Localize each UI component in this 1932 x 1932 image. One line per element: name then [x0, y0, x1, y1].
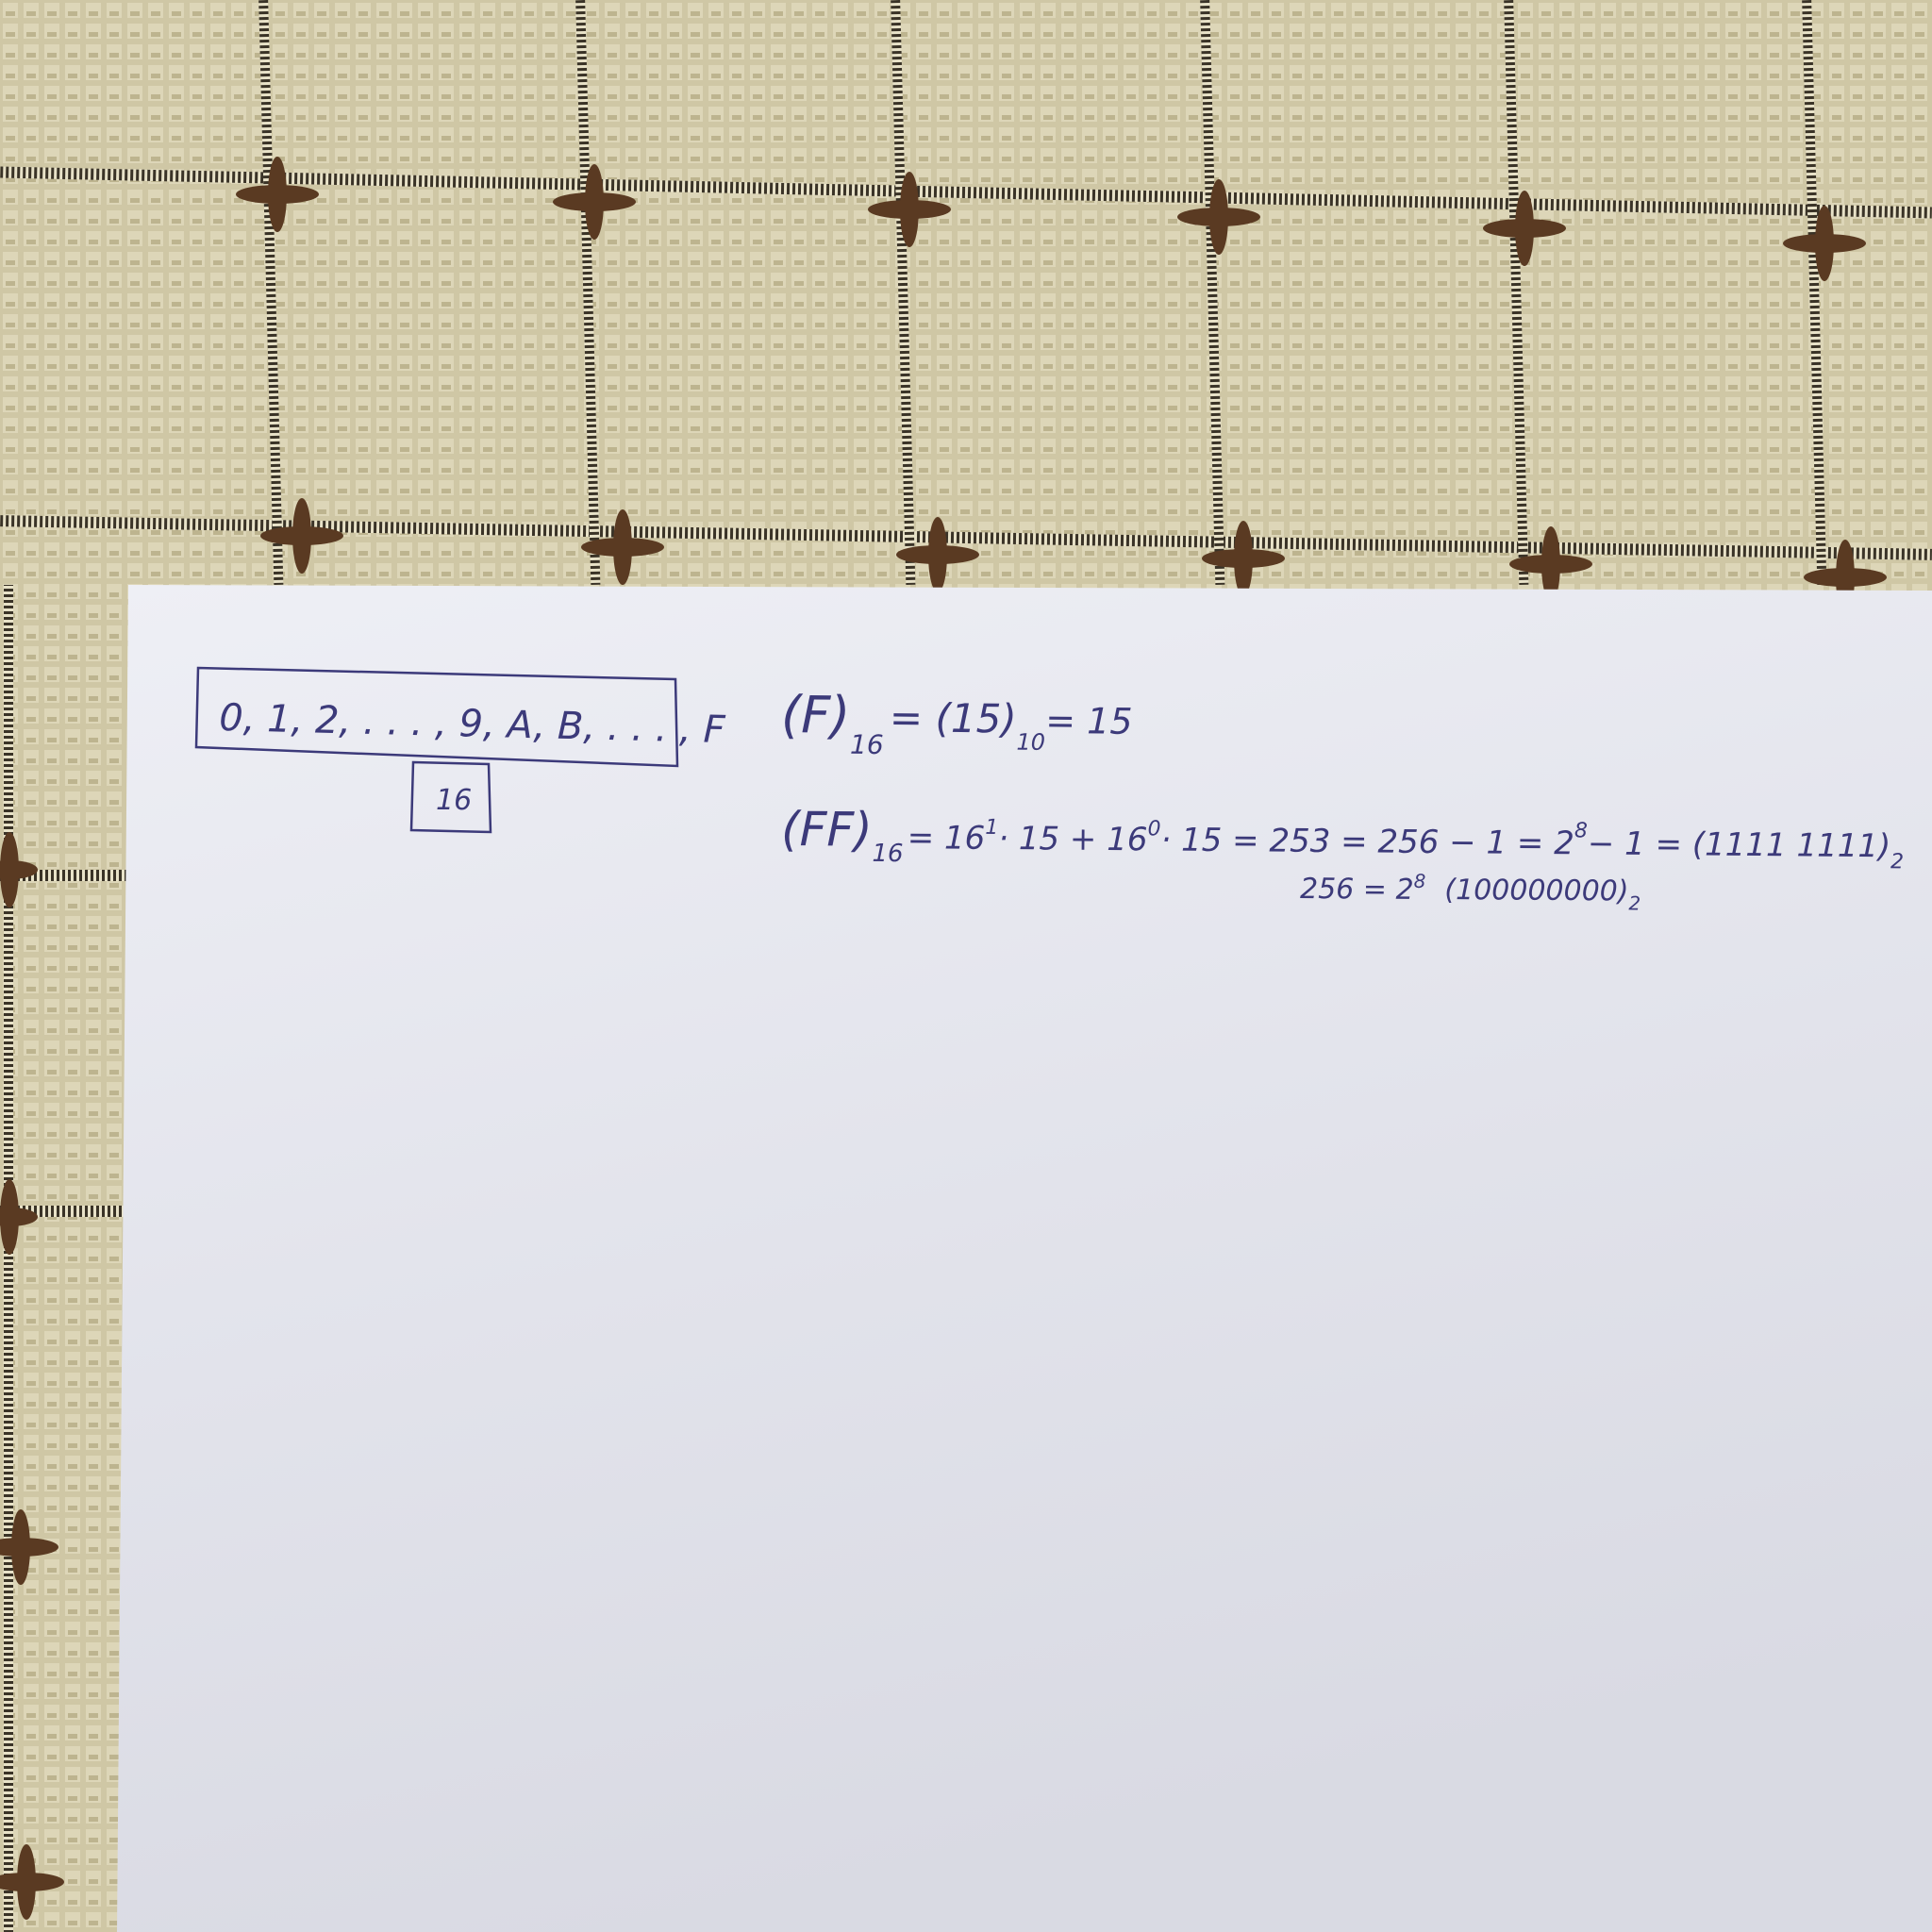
paper-sheet: 0, 1, 2, . . . , 9, A, B, . . . , F 16 (…: [117, 585, 1932, 1932]
line2-expr-d-sub: 2: [1890, 850, 1904, 874]
line3-text-b: (100000000): [1444, 874, 1628, 908]
line3-text-b-sub: 2: [1628, 891, 1641, 914]
line2-expr-d: − 1 = (1111 1111): [1588, 824, 1891, 865]
line1-lhs-sub: 16: [850, 729, 884, 760]
line2-expr-b: · 15 + 16: [998, 820, 1148, 858]
line3-text-a: 256 = 2: [1300, 873, 1414, 907]
line1-eq1-sub: 10: [1016, 729, 1045, 756]
line2-expr-a: = 16: [907, 819, 985, 858]
line2-expr-b-sup: 0: [1147, 817, 1160, 841]
base-box-label: 16: [436, 784, 472, 817]
line3-text-a-sup: 8: [1414, 870, 1426, 892]
line2-expr-a-sup: 1: [985, 816, 998, 840]
line1-eq2: = 15: [1045, 700, 1133, 742]
line2-expr-c: · 15 = 253 = 256 − 1 = 2: [1160, 821, 1574, 862]
line1-lhs: (F): [781, 685, 851, 745]
line2-lhs-sub: 16: [872, 840, 903, 868]
line2-lhs: (FF): [781, 802, 873, 858]
line1-eq1: = (15): [890, 694, 1017, 741]
line2-expr-c-sup: 8: [1574, 819, 1588, 842]
